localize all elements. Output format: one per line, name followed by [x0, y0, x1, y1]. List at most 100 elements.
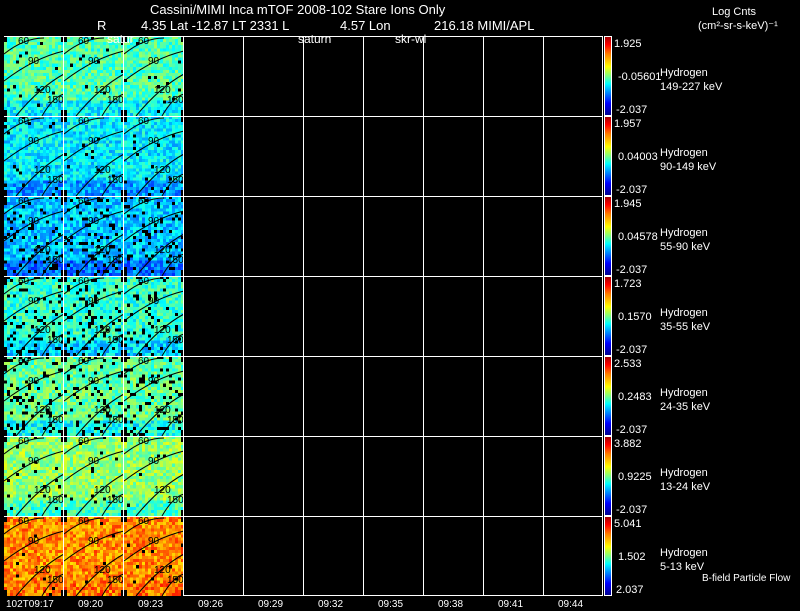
contour-overlay: 6090120150 — [3, 436, 65, 517]
colorbar-max: 5.041 — [614, 518, 642, 530]
contour-label: 150 — [107, 255, 124, 266]
contour-label: 150 — [107, 95, 124, 106]
column-gridline — [303, 36, 304, 596]
species-label: Hydrogen — [660, 147, 708, 159]
contour-label: 60 — [138, 116, 150, 127]
contour-label: 60 — [138, 196, 150, 207]
contour-overlay: 6090120150 — [123, 276, 185, 357]
colorbar-max: 2.533 — [614, 358, 642, 370]
x-tick-label: 09:20 — [78, 599, 104, 610]
contour-label: 60 — [138, 356, 150, 367]
colorbar-min: 2.037 — [616, 584, 644, 596]
contour-overlay: 6090120150 — [63, 276, 125, 357]
contour-label: 90 — [88, 536, 100, 547]
contour-label: 150 — [107, 575, 124, 586]
colorbar-max: 1.957 — [614, 118, 642, 130]
column-gridline — [123, 36, 124, 596]
contour-overlay: 6090120150 — [63, 516, 125, 597]
contour-label: 90 — [148, 136, 160, 147]
colorbar — [604, 516, 612, 596]
colorbar-max: 1.925 — [614, 38, 642, 50]
contour-label: 90 — [148, 216, 160, 227]
contour-label: 60 — [18, 356, 30, 367]
colorbar — [604, 116, 612, 196]
contour-label: 150 — [107, 495, 124, 506]
species-label: Hydrogen — [660, 307, 708, 319]
contour-overlay: 6090120150 — [3, 196, 65, 277]
species-label: Hydrogen — [660, 227, 708, 239]
colorbar-min: -2.037 — [616, 344, 648, 356]
x-tick-label: 102T09:17 — [6, 599, 54, 610]
species-label: Hydrogen — [660, 547, 708, 559]
contour-overlay: 6090120150 — [123, 36, 185, 117]
contour-label: 150 — [47, 255, 64, 266]
colorbar-mid: 0.1570 — [618, 311, 652, 323]
contour-label: 90 — [28, 376, 40, 387]
contour-label: 90 — [28, 56, 40, 67]
column-gridline — [63, 36, 64, 596]
contour-label: 90 — [88, 56, 100, 67]
colorbar-min: -2.037 — [616, 104, 648, 116]
l-value: 4.57 Lon — [340, 18, 391, 33]
colorbar-max: 3.882 — [614, 438, 642, 450]
contour-overlay: 6090120150 — [123, 196, 185, 277]
contour-overlay: 6090120150 — [123, 516, 185, 597]
contour-overlay: 6090120150 — [3, 36, 65, 117]
contour-label: 150 — [107, 335, 124, 346]
contour-label: 90 — [28, 536, 40, 547]
energy-label: 149-227 keV — [660, 81, 723, 93]
energy-label: 35-55 keV — [660, 321, 711, 333]
contour-label: 90 — [88, 376, 100, 387]
x-tick-label: 09:32 — [318, 599, 344, 610]
contour-label: 60 — [138, 436, 150, 447]
contour-label: 90 — [28, 216, 40, 227]
contour-label: 60 — [18, 436, 30, 447]
contour-label: 60 — [18, 516, 30, 527]
contour-label: 90 — [88, 296, 100, 307]
colorbar-mid: 0.9225 — [618, 471, 652, 483]
contour-overlay: 6090120150 — [63, 116, 125, 197]
contour-label: 60 — [78, 196, 90, 207]
x-tick-label: 09:41 — [498, 599, 524, 610]
colorbar-min: -2.037 — [616, 424, 648, 436]
x-tick-label: 09:35 — [378, 599, 404, 610]
contour-label: 90 — [28, 296, 40, 307]
overlay-skr: skr-wl — [395, 32, 427, 46]
contour-overlay: 6090120150 — [3, 116, 65, 197]
contour-label: 60 — [78, 516, 90, 527]
contour-overlay: 6090120150 — [3, 356, 65, 437]
contour-label: 150 — [167, 335, 184, 346]
colorbar-min: -2.037 — [616, 504, 648, 516]
footer-label: B-field Particle Flow — [702, 573, 791, 584]
contour-label: 60 — [138, 276, 150, 287]
contour-label: 60 — [18, 276, 30, 287]
contour-label: 90 — [148, 56, 160, 67]
contour-overlay: 6090120150 — [63, 436, 125, 517]
contour-label: 150 — [167, 95, 184, 106]
colorbar-mid: 0.04578 — [618, 231, 658, 243]
column-gridline — [483, 36, 484, 596]
column-gridline — [243, 36, 244, 596]
plot-title: Cassini/MIMI Inca mTOF 2008-102 Stare Io… — [150, 2, 446, 17]
contour-overlay: 6090120150 — [123, 436, 185, 517]
contour-label: 90 — [148, 456, 160, 467]
r-label: R — [97, 18, 107, 33]
contour-label: 150 — [107, 415, 124, 426]
colorbar-title-1: Log Cnts — [712, 6, 757, 18]
contour-label: 60 — [78, 436, 90, 447]
contour-label: 150 — [47, 495, 64, 506]
colorbar-mid: 0.2483 — [618, 391, 652, 403]
energy-label: 90-149 keV — [660, 161, 717, 173]
colorbar — [604, 276, 612, 356]
contour-label: 150 — [47, 335, 64, 346]
colorbar — [604, 36, 612, 116]
colorbar-mid: 0.04003 — [618, 151, 658, 163]
contour-overlay: 6090120150 — [3, 276, 65, 357]
contour-label: 90 — [148, 536, 160, 547]
contour-label: 60 — [18, 116, 30, 127]
column-gridline — [183, 36, 184, 596]
contour-overlay: 6090120150 — [123, 116, 185, 197]
species-label: Hydrogen — [660, 67, 708, 79]
x-tick-label: 09:44 — [558, 599, 584, 610]
overlay-saturn: saturn — [298, 32, 332, 46]
